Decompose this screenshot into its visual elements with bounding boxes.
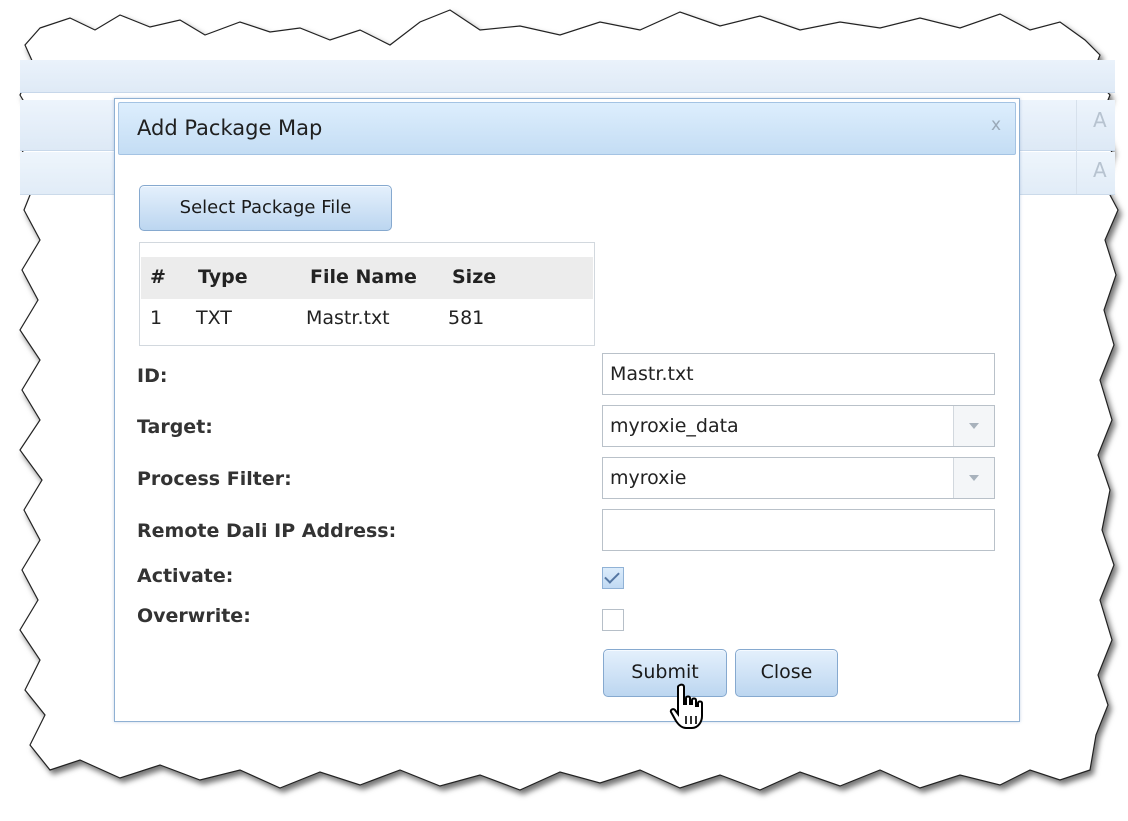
checkmark-icon: [604, 568, 620, 584]
overwrite-label: Overwrite:: [137, 605, 251, 627]
background-column-letter: A: [1093, 108, 1107, 132]
column-header-file-name: File Name: [310, 266, 417, 288]
target-select-value: myroxie_data: [610, 415, 739, 437]
chevron-down-icon[interactable]: [953, 406, 994, 446]
process-filter-value: myroxie: [610, 467, 687, 489]
package-files-table: # Type File Name Size 1 TXT Mastr.txt 58…: [139, 242, 595, 346]
cell-type: TXT: [196, 307, 232, 329]
id-field[interactable]: Mastr.txt: [602, 353, 995, 395]
column-header-size: Size: [452, 266, 497, 288]
id-label: ID:: [137, 365, 168, 387]
background-cell-letter: A: [1093, 158, 1107, 182]
dialog-title: Add Package Map: [137, 116, 323, 140]
hand-pointer-icon: [669, 683, 703, 729]
cell-size: 581: [448, 307, 485, 329]
select-package-file-button[interactable]: Select Package File: [139, 185, 392, 231]
remote-dali-ip-field[interactable]: [602, 509, 995, 551]
remote-dali-ip-label: Remote Dali IP Address:: [137, 520, 397, 542]
cell-number: 1: [150, 307, 163, 329]
column-header-type: Type: [198, 266, 248, 288]
activate-label: Activate:: [137, 565, 234, 587]
dialog-title-bar[interactable]: Add Package Map x: [118, 102, 1016, 155]
process-filter-label: Process Filter:: [137, 468, 292, 490]
target-label: Target:: [137, 416, 213, 438]
process-filter-select[interactable]: myroxie: [602, 457, 995, 499]
close-icon[interactable]: x: [991, 115, 1001, 135]
activate-checkbox[interactable]: [602, 567, 624, 589]
close-button[interactable]: Close: [735, 649, 838, 697]
column-header-number: #: [150, 266, 166, 288]
background-toolbar: [20, 60, 1115, 93]
id-field-value: Mastr.txt: [610, 363, 694, 385]
add-package-map-dialog: Add Package Map x Select Package File # …: [114, 98, 1020, 722]
cell-file-name: Mastr.txt: [306, 307, 390, 329]
target-select[interactable]: myroxie_data: [602, 405, 995, 447]
background-column-divider: [1076, 100, 1077, 194]
overwrite-checkbox[interactable]: [602, 609, 624, 631]
submit-button[interactable]: Submit: [603, 649, 727, 697]
chevron-down-icon[interactable]: [953, 458, 994, 498]
